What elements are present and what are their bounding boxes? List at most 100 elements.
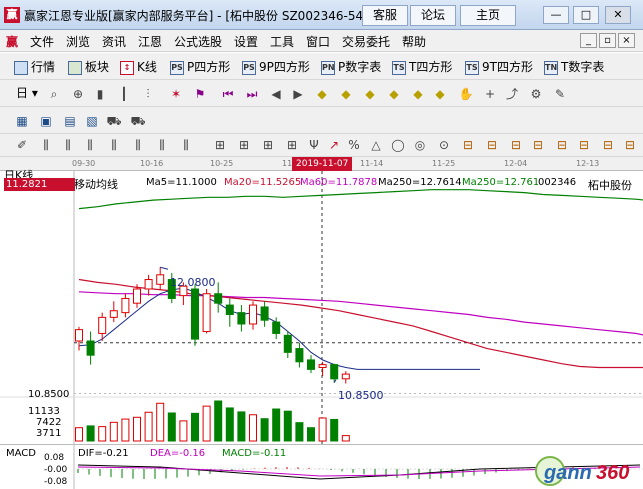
bars-1-icon[interactable]: ⫼ xyxy=(38,137,54,153)
kline-chart[interactable] xyxy=(0,171,643,469)
first-icon[interactable]: ⏮ xyxy=(220,86,236,102)
bar-icon[interactable]: ┃ xyxy=(116,86,132,102)
menu-help[interactable]: 帮助 xyxy=(402,33,426,50)
sector-button[interactable]: 板块 xyxy=(68,58,109,76)
mdi-minimize-button[interactable]: _ xyxy=(580,33,597,48)
settings-icon[interactable]: ⚙ xyxy=(528,86,544,102)
cross-icon[interactable]: + xyxy=(482,86,498,102)
menu-gann[interactable]: 江恩 xyxy=(138,33,162,50)
volume-bar xyxy=(214,400,223,442)
kline-button[interactable]: ↕ K线 xyxy=(120,58,157,76)
candle-body xyxy=(272,321,281,334)
arrow-up-icon[interactable]: ↗ xyxy=(326,137,342,153)
percent-icon[interactable]: % xyxy=(346,137,362,153)
pencil-icon[interactable]: ✐ xyxy=(14,137,30,153)
menu-window[interactable]: 窗口 xyxy=(306,33,330,50)
current-date-badge: 2019-11-07 xyxy=(292,157,353,171)
service-button[interactable]: 客服 xyxy=(362,5,408,26)
menu-tools[interactable]: 工具 xyxy=(270,33,294,50)
home-button[interactable]: 主页 xyxy=(460,5,516,26)
grid-2-icon[interactable]: ⊞ xyxy=(236,137,252,153)
diamond-2-icon[interactable]: ◆ xyxy=(338,86,354,102)
fib-1-icon[interactable]: ⊟ xyxy=(460,137,476,153)
candle-body xyxy=(225,304,234,316)
close-button[interactable]: ✕ xyxy=(605,6,631,24)
bars-7-icon[interactable]: ⫼ xyxy=(178,137,194,153)
p-number-table-button[interactable]: PN P数字表 xyxy=(321,58,381,76)
crosshair-icon[interactable]: ⊕ xyxy=(70,86,86,102)
calendar-icon[interactable]: ▦ xyxy=(14,113,30,129)
menu-file[interactable]: 文件 xyxy=(30,33,54,50)
p-square-button[interactable]: PS P四方形 xyxy=(170,58,230,76)
menu-browse[interactable]: 浏览 xyxy=(66,33,90,50)
table-icon[interactable]: ▤ xyxy=(62,113,78,129)
target-icon[interactable]: ◎ xyxy=(412,137,428,153)
volume-bar xyxy=(307,427,315,442)
candle-body xyxy=(318,364,327,368)
mdi-restore-button[interactable]: ▫ xyxy=(599,33,616,48)
fib-2-icon[interactable]: ⊟ xyxy=(484,137,500,153)
toolbar-indicators: ✐ ⫼ ⫼ ⫼ ⫼ ⫼ ⫼ ⫼ ⊞ ⊞ ⊞ ⊞ Ψ ↗ % △ ◯ ◎ ⊙ ⊟ … xyxy=(0,134,643,157)
menu-trade[interactable]: 交易委托 xyxy=(342,33,390,50)
diamond-4-icon[interactable]: ◆ xyxy=(386,86,402,102)
save-icon[interactable]: ▧ xyxy=(84,113,100,129)
fib-5-icon[interactable]: ⊟ xyxy=(554,137,570,153)
mdi-close-button[interactable]: × xyxy=(618,33,635,48)
candle-body xyxy=(98,316,107,334)
forum-button[interactable]: 论坛 xyxy=(410,5,456,26)
volume-bar xyxy=(260,418,269,442)
fib-7-icon[interactable]: ⊟ xyxy=(600,137,616,153)
bars-4-icon[interactable]: ⫼ xyxy=(106,137,122,153)
triangle-icon[interactable]: △ xyxy=(368,137,384,153)
9p-square-button[interactable]: PS 9P四方形 xyxy=(242,58,310,76)
minimize-button[interactable]: — xyxy=(543,6,569,24)
diamond-6-icon[interactable]: ◆ xyxy=(432,86,448,102)
diamond-3-icon[interactable]: ◆ xyxy=(362,86,378,102)
circle-icon[interactable]: ◯ xyxy=(390,137,406,153)
bars-2-icon[interactable]: ⫼ xyxy=(60,137,76,153)
menu-bar: 赢 文件 浏览 资讯 江恩 公式选股 设置 工具 窗口 交易委托 帮助 xyxy=(0,30,643,52)
volume-bar xyxy=(330,418,339,442)
hand-icon[interactable]: ✋ xyxy=(458,86,474,102)
fib-8-icon[interactable]: ⊟ xyxy=(622,137,638,153)
flag-icon[interactable]: ⚑ xyxy=(192,86,208,102)
gann-fan-icon[interactable]: ✶ xyxy=(168,86,184,102)
period-select[interactable]: 日 ▾ xyxy=(16,84,38,102)
candle-body xyxy=(295,348,304,363)
zoom-icon[interactable]: ⌕ xyxy=(46,86,62,102)
window-icon[interactable]: ▣ xyxy=(38,113,54,129)
pen-icon[interactable]: ✎ xyxy=(552,86,568,102)
volume-bar xyxy=(237,411,246,442)
tuning-fork-icon[interactable]: Ψ xyxy=(306,137,322,153)
fib-4-icon[interactable]: ⊟ xyxy=(530,137,546,153)
menu-settings[interactable]: 设置 xyxy=(234,33,258,50)
bars-6-icon[interactable]: ⫼ xyxy=(154,137,170,153)
diamond-1-icon[interactable]: ◆ xyxy=(314,86,330,102)
ts-icon: TS xyxy=(392,60,406,75)
grid-3-icon[interactable]: ⊞ xyxy=(260,137,276,153)
menu-news[interactable]: 资讯 xyxy=(102,33,126,50)
bars-3-icon[interactable]: ⫼ xyxy=(82,137,98,153)
next-icon[interactable]: ▶ xyxy=(290,86,306,102)
9t-square-button[interactable]: TS 9T四方形 xyxy=(465,58,533,76)
t-square-button[interactable]: TS T四方形 xyxy=(392,58,452,76)
spiral-icon[interactable]: ⊙ xyxy=(436,137,452,153)
prev-icon[interactable]: ◀ xyxy=(268,86,284,102)
last-icon[interactable]: ⏭ xyxy=(244,86,260,102)
fib-6-icon[interactable]: ⊟ xyxy=(576,137,592,153)
menu-formula[interactable]: 公式选股 xyxy=(174,33,222,50)
volume-bar xyxy=(295,422,304,442)
bars-5-icon[interactable]: ⫼ xyxy=(130,137,146,153)
grid-1-icon[interactable]: ⊞ xyxy=(212,137,228,153)
quote-button[interactable]: 行情 xyxy=(14,58,55,76)
t-number-table-button[interactable]: TN T数字表 xyxy=(544,58,604,76)
candle-icon[interactable]: ▮ xyxy=(92,86,108,102)
diamond-5-icon[interactable]: ◆ xyxy=(410,86,426,102)
fib-3-icon[interactable]: ⊟ xyxy=(508,137,524,153)
trend-icon[interactable]: ⤴ xyxy=(504,86,520,102)
car-icon[interactable]: ⛟ xyxy=(106,113,122,129)
maximize-button[interactable]: □ xyxy=(573,6,599,24)
grid-4-icon[interactable]: ⊞ xyxy=(284,137,300,153)
line-icon[interactable]: ⫶ xyxy=(140,86,156,102)
truck-icon[interactable]: ⛟ xyxy=(130,113,146,129)
